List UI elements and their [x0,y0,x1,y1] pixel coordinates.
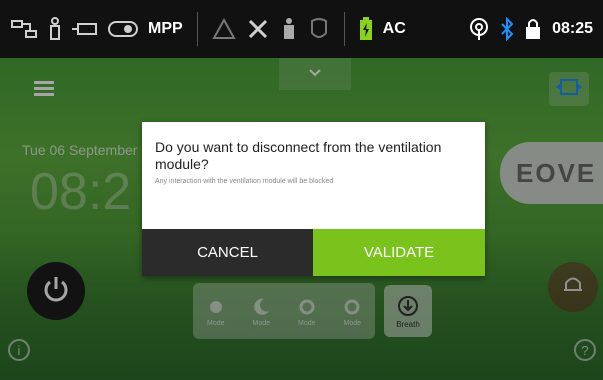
mask-icon [308,17,330,41]
battery-icon [359,17,373,41]
dialog-title: Do you want to disconnect from the venti… [155,139,442,172]
wifi-icon [468,17,490,41]
clock: 08:25 [552,20,593,37]
status-bar: MPP AC 08:25 [0,0,603,58]
disconnect-dialog: Do you want to disconnect from the venti… [142,122,485,276]
dialog-buttons: CANCEL VALIDATE [142,229,485,276]
validate-button[interactable]: VALIDATE [313,229,485,276]
lock-icon [524,17,542,41]
person-icon [48,17,62,41]
power-source-label: AC [382,20,406,37]
divider [196,12,198,46]
toggle-icon [108,20,138,38]
cancel-button[interactable]: CANCEL [142,229,313,276]
patient-icon [280,17,298,41]
mode-label: MPP [148,20,183,37]
plug-icon [72,21,98,37]
network-icon [10,18,38,40]
warning-icon [211,18,236,40]
dialog-message: Any interaction with the ventilation mod… [155,178,334,185]
screen: MPP AC 08:25 Tue 06 September 08:2 EOVE … [0,0,603,380]
tools-icon [246,17,270,41]
divider [343,12,345,46]
bluetooth-icon [500,17,514,41]
